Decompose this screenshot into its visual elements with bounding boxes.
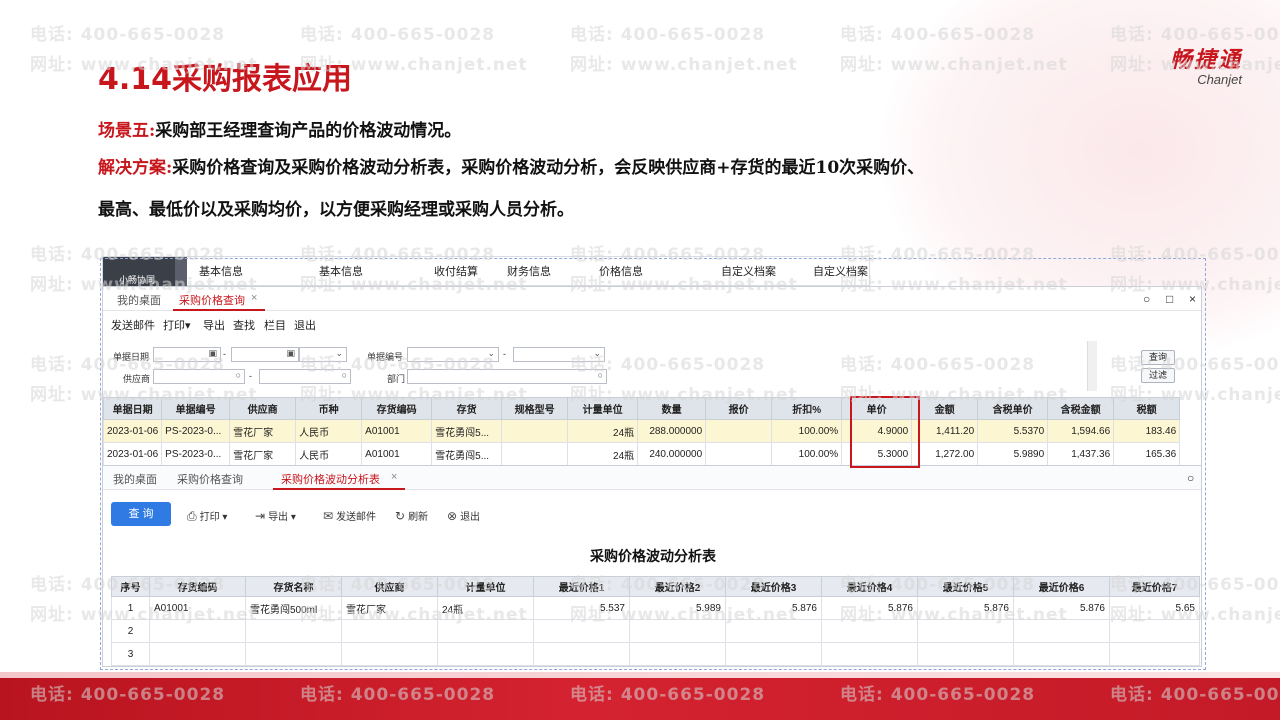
table-cell bbox=[533, 619, 630, 643]
table-cell bbox=[149, 619, 246, 643]
tab-price-fluctuation-analysis[interactable]: 采购价格波动分析表 bbox=[281, 471, 380, 487]
column-header[interactable]: 最近价格2 bbox=[629, 576, 726, 597]
column-header[interactable]: 供应商 bbox=[341, 576, 438, 597]
table-cell: 5.876 bbox=[821, 596, 918, 620]
logo-en: Chanjet bbox=[1197, 72, 1242, 87]
table-cell: A01001 bbox=[149, 596, 246, 620]
table-row[interactable]: 1 A01001 雪花勇闯500ml 雪花厂家 24瓶 5.537 5.989 5.876 5.… bbox=[111, 596, 1200, 620]
print-button[interactable]: ⎙ 打印 ▾ bbox=[187, 508, 227, 524]
column-header[interactable]: 最近价格7 bbox=[1109, 576, 1200, 597]
watermark-phone: 电话: 400-665-0028 bbox=[570, 25, 766, 45]
column-header[interactable]: 最近价格5 bbox=[917, 576, 1014, 597]
window2-tabs: 我的桌面 采购价格查询 采购价格波动分析表 × ○ bbox=[103, 466, 1201, 490]
table-cell bbox=[437, 642, 534, 666]
column-header[interactable]: 计量单位 bbox=[437, 576, 534, 597]
search-icon[interactable]: ○ bbox=[1187, 471, 1194, 485]
bottom-band bbox=[0, 678, 1280, 720]
watermark-phone: 电话: 400-665-0028 bbox=[30, 25, 226, 45]
table-cell bbox=[341, 642, 438, 666]
export-icon: ⇥ bbox=[255, 509, 266, 523]
table-cell: 5.876 bbox=[917, 596, 1014, 620]
table-cell: 1 bbox=[111, 596, 150, 620]
table-cell bbox=[725, 642, 822, 666]
table-cell bbox=[917, 642, 1014, 666]
exit-button[interactable]: ⊗ 退出 bbox=[447, 508, 480, 523]
refresh-icon: ↻ bbox=[395, 509, 406, 523]
table-cell bbox=[821, 619, 918, 643]
table-cell bbox=[1013, 619, 1110, 643]
chanjet-logo: 畅捷通 Chanjet bbox=[1170, 42, 1242, 87]
table-cell bbox=[341, 619, 438, 643]
table-cell bbox=[1109, 619, 1200, 643]
scene-text: 采购部王经理查询产品的价格波动情况。 bbox=[155, 121, 462, 141]
table-cell: 5.989 bbox=[629, 596, 726, 620]
solution-paragraph-2: 最高、最低价以及采购均价，以方便采购经理或采购人员分析。 bbox=[98, 195, 574, 220]
exit-icon: ⊗ bbox=[447, 509, 458, 523]
table-cell bbox=[725, 619, 822, 643]
printer-icon: ⎙ bbox=[187, 509, 197, 523]
table-cell bbox=[245, 642, 342, 666]
table-cell bbox=[1109, 642, 1200, 666]
table-cell bbox=[245, 619, 342, 643]
print-label: 打印 ▾ bbox=[199, 512, 228, 523]
table-cell bbox=[1013, 642, 1110, 666]
column-header[interactable]: 最近价格6 bbox=[1013, 576, 1110, 597]
unit-price-highlight-box bbox=[850, 396, 920, 468]
mail-icon: ✉ bbox=[323, 509, 334, 523]
export-label: 导出 ▾ bbox=[268, 512, 296, 523]
table-cell bbox=[437, 619, 534, 643]
column-header[interactable]: 序号 bbox=[111, 576, 150, 597]
table-cell bbox=[917, 619, 1014, 643]
slide-title: 4.14采购报表应用 bbox=[98, 62, 353, 97]
table-header-row: 序号 存货编码 存货名称 供应商 计量单位 最近价格1 最近价格2 最近价格3 最近价格4 最近价… bbox=[111, 576, 1200, 597]
logo-cn: 畅捷通 bbox=[1169, 48, 1242, 73]
tab-my-desktop[interactable]: 我的桌面 bbox=[113, 471, 157, 487]
price-fluctuation-window: 我的桌面 采购价格查询 采购价格波动分析表 × ○ 查 询 ⎙ 打印 ▾ ⇥ 导出 … bbox=[102, 465, 1202, 667]
table-row[interactable]: 2 bbox=[111, 619, 1200, 643]
table-cell: 3 bbox=[111, 642, 150, 666]
column-header[interactable]: 存货编码 bbox=[149, 576, 246, 597]
slide: 电话: 400-665-0028 网址: www.chanjet.net 电话: 4… bbox=[0, 0, 1280, 720]
table-cell bbox=[533, 642, 630, 666]
table-cell: 5.537 bbox=[533, 596, 630, 620]
table-cell bbox=[149, 642, 246, 666]
watermark-phone: 电话: 400-665-0028 bbox=[300, 25, 496, 45]
send-mail-button[interactable]: ✉ 发送邮件 bbox=[323, 508, 376, 523]
table-cell: 2 bbox=[111, 619, 150, 643]
table-cell: 5.876 bbox=[725, 596, 822, 620]
table-cell bbox=[629, 642, 726, 666]
send-mail-label: 发送邮件 bbox=[336, 512, 377, 523]
scene-label: 场景五: bbox=[98, 121, 156, 141]
table-cell: 雪花厂家 bbox=[341, 596, 438, 620]
column-header[interactable]: 存货名称 bbox=[245, 576, 342, 597]
solution-text-2: 最高、最低价以及采购均价，以方便采购经理或采购人员分析。 bbox=[98, 200, 574, 220]
watermark-site: 网址: www.chanjet.net bbox=[570, 55, 798, 75]
refresh-button[interactable]: ↻ 刷新 bbox=[395, 508, 428, 523]
table-cell: 雪花勇闯500ml bbox=[245, 596, 342, 620]
query-button[interactable]: 查 询 bbox=[111, 502, 171, 526]
column-header[interactable]: 最近价格3 bbox=[725, 576, 822, 597]
tab-purchase-price-query[interactable]: 采购价格查询 bbox=[177, 471, 243, 487]
window2-toolbar: 查 询 ⎙ 打印 ▾ ⇥ 导出 ▾ ✉ 发送邮件 ↻ 刷新 ⊗ 退出 bbox=[103, 494, 1201, 526]
column-header[interactable]: 最近价格4 bbox=[821, 576, 918, 597]
exit-label: 退出 bbox=[460, 512, 481, 523]
report-title: 采购价格波动分析表 bbox=[590, 548, 716, 564]
column-header[interactable]: 最近价格1 bbox=[533, 576, 630, 597]
table-cell: 24瓶 bbox=[437, 596, 534, 620]
table-cell: 5.876 bbox=[1013, 596, 1110, 620]
table-row[interactable]: 3 bbox=[111, 642, 1200, 666]
tab-close-icon[interactable]: × bbox=[391, 471, 397, 483]
table-cell bbox=[629, 619, 726, 643]
solution-paragraph: 解决方案:采购价格查询及采购价格波动分析表，采购价格波动分析，会反映供应商+存货… bbox=[98, 153, 924, 178]
export-button[interactable]: ⇥ 导出 ▾ bbox=[255, 508, 296, 523]
solution-label: 解决方案: bbox=[98, 158, 173, 178]
scene-paragraph: 场景五:采购部王经理查询产品的价格波动情况。 bbox=[98, 116, 461, 141]
refresh-label: 刷新 bbox=[408, 512, 429, 523]
price-fluctuation-table: 序号 存货编码 存货名称 供应商 计量单位 最近价格1 最近价格2 最近价格3 最近价格4 最近价… bbox=[111, 576, 1200, 666]
solution-text: 采购价格查询及采购价格波动分析表，采购价格波动分析，会反映供应商+存货的最近10… bbox=[172, 158, 925, 178]
table-cell: 5.65 bbox=[1109, 596, 1200, 620]
table-cell bbox=[821, 642, 918, 666]
active-tab-underline bbox=[273, 488, 405, 490]
